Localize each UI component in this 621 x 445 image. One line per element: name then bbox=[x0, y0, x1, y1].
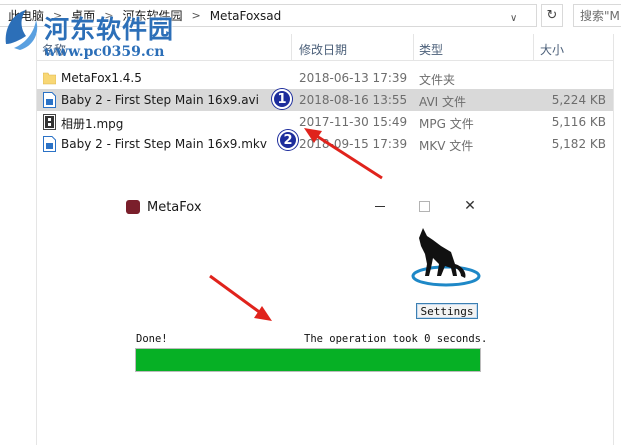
video-file-icon bbox=[43, 136, 56, 152]
close-button[interactable]: ✕ bbox=[455, 196, 485, 216]
wolf-logo-icon bbox=[411, 228, 481, 287]
column-divider[interactable] bbox=[291, 34, 292, 60]
column-divider[interactable] bbox=[533, 34, 534, 60]
metafox-window: MetaFox ✕ Settings Done! The operation t… bbox=[119, 190, 496, 380]
file-row[interactable]: Baby 2 - First Step Main 16x9.mkv 2018-0… bbox=[37, 133, 613, 155]
video-file-icon bbox=[43, 92, 56, 108]
file-row[interactable]: 相册1.mpg 2017-11-30 15:49 MPG 文件 5,116 KB bbox=[37, 111, 613, 133]
file-size: 5,224 KB bbox=[551, 93, 606, 107]
file-name: 相册1.mpg bbox=[61, 117, 124, 131]
search-input[interactable]: 搜索"M bbox=[573, 4, 621, 27]
scrollbar-track[interactable] bbox=[613, 34, 614, 445]
file-date: 2018-08-16 13:55 bbox=[299, 93, 408, 107]
window-title: MetaFox bbox=[147, 200, 202, 215]
file-type: AVI 文件 bbox=[419, 95, 467, 109]
metafox-app-icon bbox=[126, 200, 140, 214]
chevron-right-icon: > bbox=[191, 9, 201, 22]
file-date: 2017-11-30 15:49 bbox=[299, 115, 408, 129]
maximize-icon bbox=[418, 200, 430, 212]
status-done: Done! bbox=[136, 333, 168, 345]
file-name: Baby 2 - First Step Main 16x9.mkv bbox=[61, 137, 267, 151]
watermark-logo-icon bbox=[5, 10, 38, 50]
step-marker: 1 bbox=[272, 89, 292, 109]
folder-icon bbox=[43, 72, 56, 85]
status-operation-time: The operation took 0 seconds. bbox=[304, 333, 488, 345]
watermark-title: 河东软件园 bbox=[44, 15, 175, 44]
file-size: 5,182 KB bbox=[551, 137, 606, 151]
file-name: MetaFox1.4.5 bbox=[61, 71, 142, 85]
refresh-icon: ↻ bbox=[546, 8, 558, 23]
breadcrumb-metafoxsad[interactable]: MetaFoxsad bbox=[208, 9, 284, 23]
column-header-type[interactable]: 类型 bbox=[419, 41, 443, 58]
progress-bar-fill bbox=[136, 349, 480, 371]
close-icon: ✕ bbox=[464, 198, 476, 214]
minimize-icon bbox=[375, 205, 385, 207]
step-marker: 2 bbox=[278, 130, 298, 150]
settings-button[interactable]: Settings bbox=[416, 303, 478, 319]
chevron-down-icon[interactable]: ∨ bbox=[510, 13, 517, 24]
maximize-button[interactable] bbox=[409, 196, 439, 216]
metafox-titlebar[interactable]: MetaFox ✕ bbox=[119, 190, 496, 222]
file-type: MKV 文件 bbox=[419, 139, 474, 153]
file-date: 2018-06-13 17:39 bbox=[299, 71, 408, 85]
file-date: 2018-09-15 17:39 bbox=[299, 137, 408, 151]
column-divider[interactable] bbox=[413, 34, 414, 60]
refresh-button[interactable]: ↻ bbox=[541, 4, 563, 27]
file-type: 文件夹 bbox=[419, 73, 456, 87]
file-row[interactable]: Baby 2 - First Step Main 16x9.avi 2018-0… bbox=[37, 89, 613, 111]
film-file-icon bbox=[43, 114, 56, 130]
column-header-date[interactable]: 修改日期 bbox=[299, 41, 347, 58]
progress-bar bbox=[135, 348, 481, 372]
file-name: Baby 2 - First Step Main 16x9.avi bbox=[61, 93, 259, 107]
column-header-size[interactable]: 大小 bbox=[540, 41, 564, 58]
minimize-button[interactable] bbox=[365, 196, 395, 216]
file-row[interactable]: MetaFox1.4.5 2018-06-13 17:39 文件夹 bbox=[37, 67, 613, 89]
file-type: MPG 文件 bbox=[419, 117, 474, 131]
file-size: 5,116 KB bbox=[551, 115, 606, 129]
watermark-url: www.pc0359.cn bbox=[44, 44, 165, 60]
